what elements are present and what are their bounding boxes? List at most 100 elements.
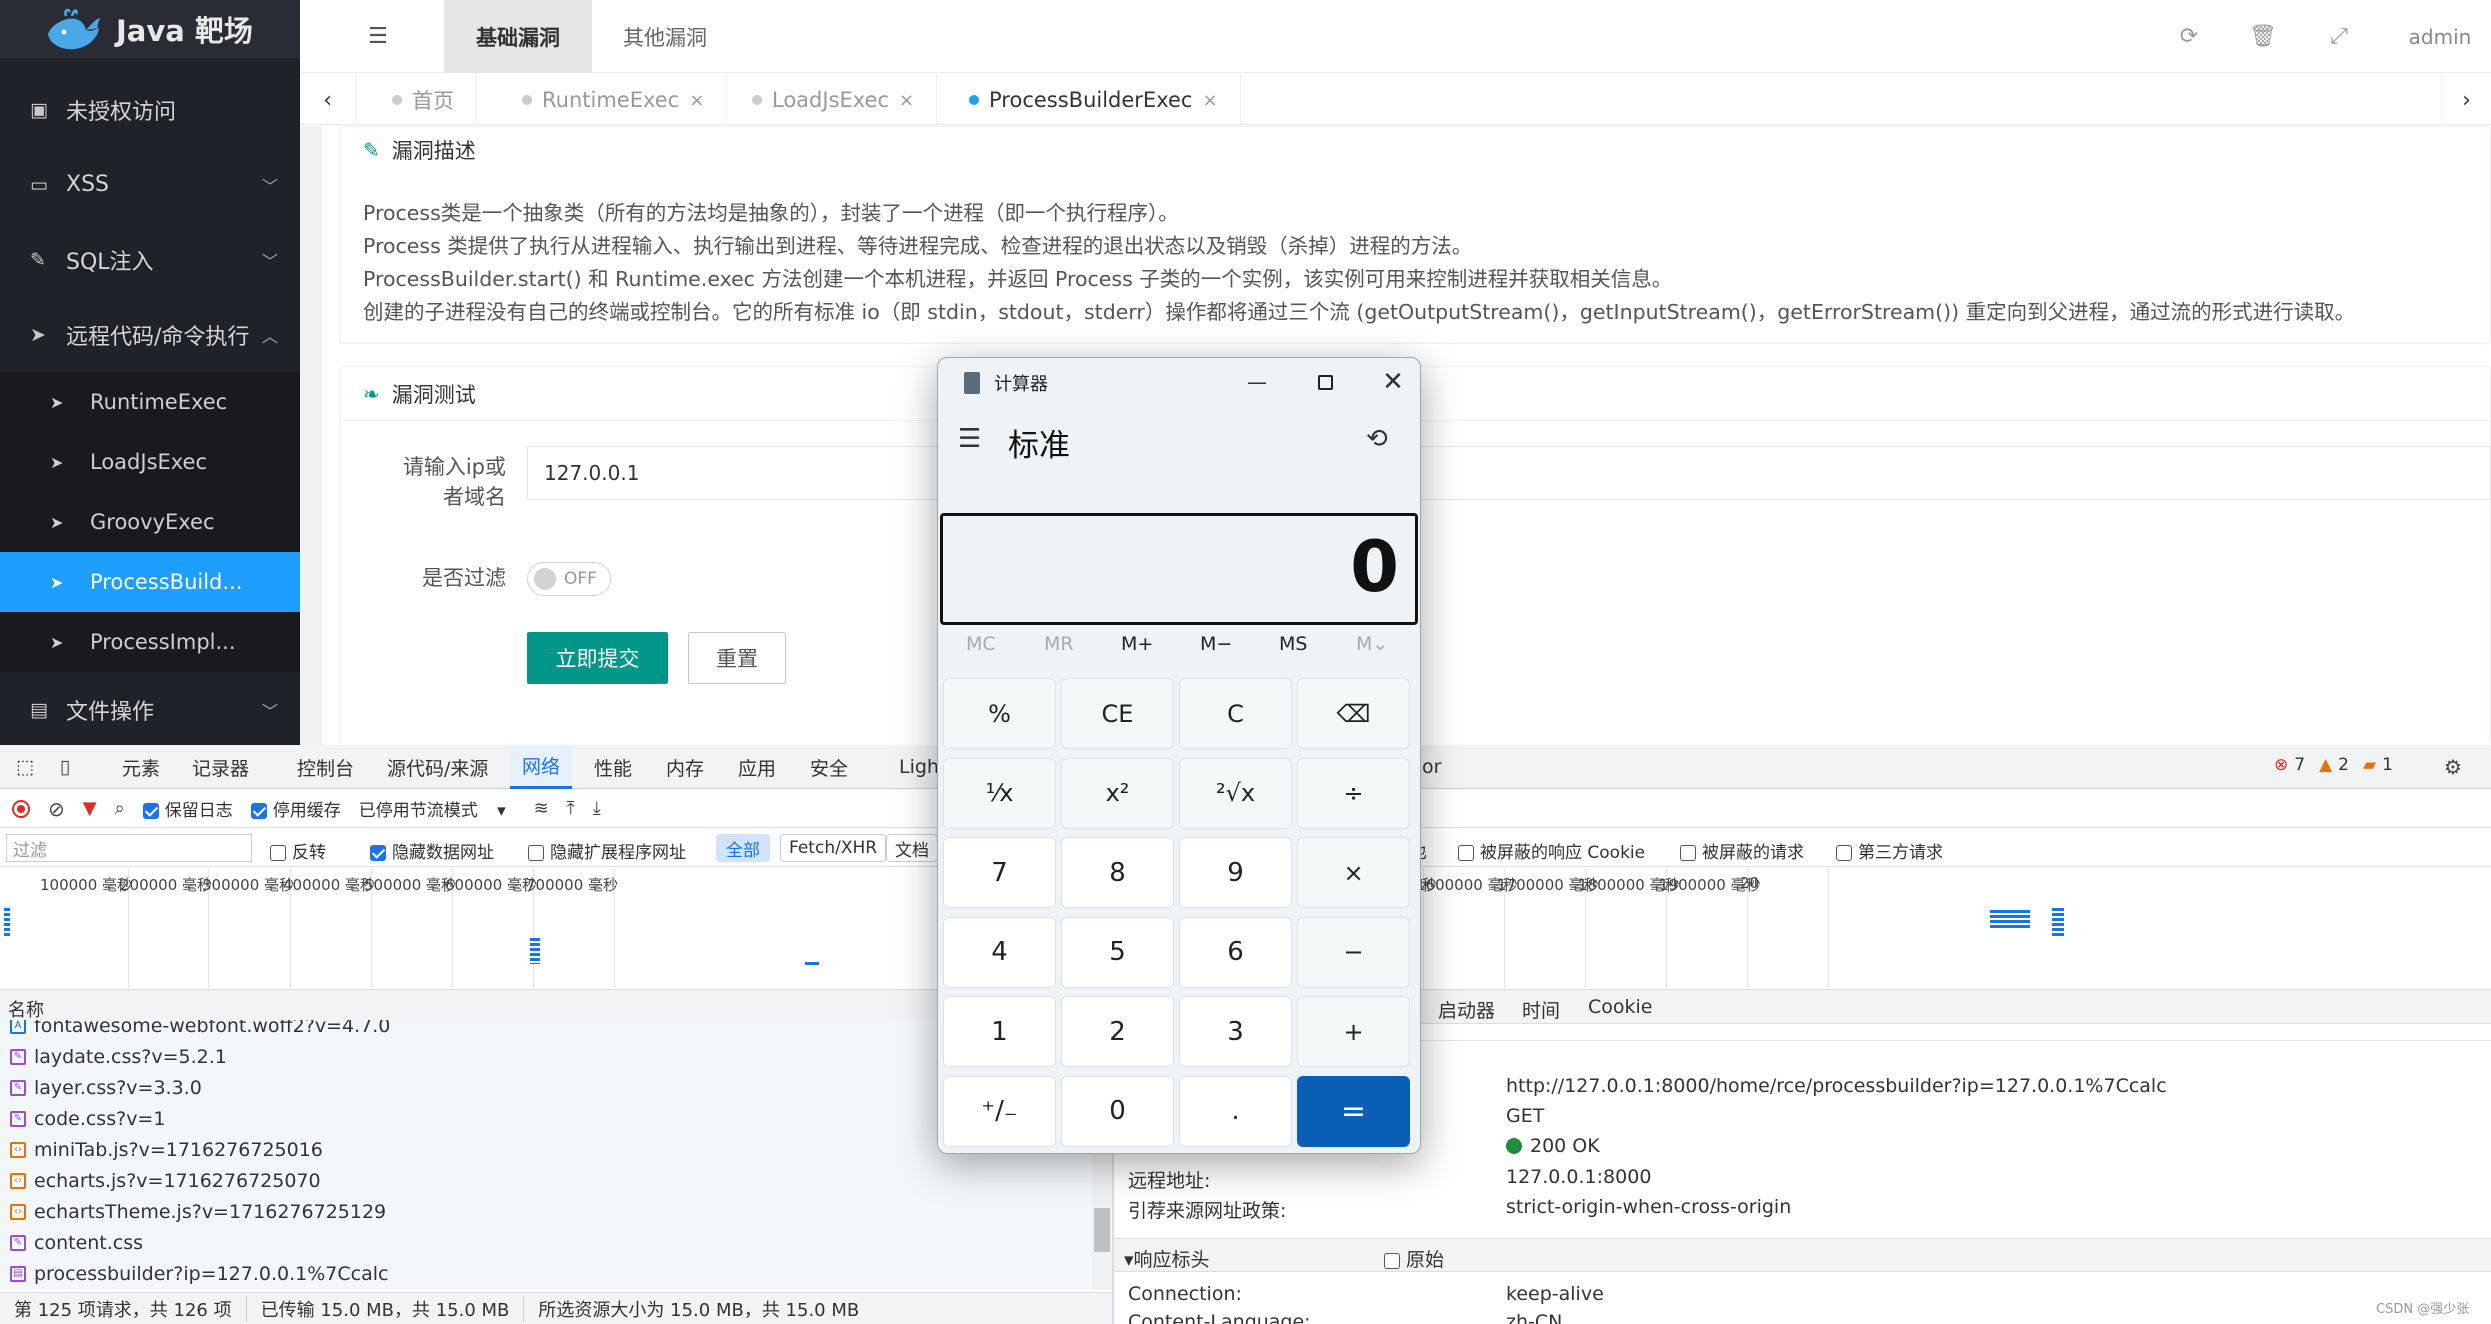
digit-9-button[interactable]: 9 [1179, 837, 1292, 908]
reset-button[interactable]: 重置 [688, 632, 786, 684]
response-headers-section[interactable] [1114, 1238, 2491, 1272]
third-party-checkbox[interactable]: 第三方请求 [1836, 838, 1943, 863]
devtools-tab-console[interactable]: 控制台 [285, 745, 366, 789]
network-conditions-icon[interactable]: ≋ [534, 798, 549, 819]
percent-button[interactable]: % [943, 678, 1056, 749]
devtools-tab-application[interactable]: 应用 [726, 745, 788, 789]
digit-0-button[interactable]: 0 [1061, 1075, 1174, 1147]
request-row[interactable]: ✎ content.css [0, 1227, 1112, 1258]
devtools-tab-network[interactable]: 网络 [510, 745, 573, 789]
tab-scroll-right-icon[interactable]: › [2441, 75, 2491, 125]
multiply-button[interactable]: × [1297, 837, 1410, 908]
sidebar-item-unauthorized[interactable]: ▣ 未授权访问 [0, 72, 300, 147]
square-root-button[interactable]: ²√x [1179, 757, 1292, 829]
export-har-icon[interactable]: ⤓ [593, 798, 601, 819]
search-icon[interactable]: ⌕ [115, 798, 125, 819]
clear-icon[interactable]: ⊘ [48, 797, 65, 821]
maximize-icon[interactable] [1302, 364, 1348, 400]
hamburger-menu-icon[interactable]: ☰ [958, 424, 981, 454]
memory-recall-button[interactable]: MR [1044, 633, 1074, 655]
clear-button[interactable]: C [1179, 678, 1292, 749]
response-headers-title[interactable]: ▾响应标头 [1124, 1245, 1210, 1272]
ip-input[interactable]: 127.0.0.1 [527, 446, 2491, 500]
memory-store-button[interactable]: MS [1279, 633, 1307, 655]
detail-tab-timing[interactable]: 时间 [1522, 996, 1560, 1023]
sidebar-subitem-groovyexec[interactable]: ➤ GroovyExec [0, 492, 300, 552]
filter-toggle[interactable]: OFF [527, 562, 611, 596]
devtools-tab-elements[interactable]: 元素 [110, 745, 172, 789]
tab-scroll-left-icon[interactable]: ‹ [300, 75, 356, 125]
hide-extension-urls-checkbox[interactable]: 隐藏扩展程序网址 [528, 838, 686, 863]
history-icon[interactable]: ⟲ [1366, 424, 1388, 454]
sidebar-item-sqli[interactable]: ✎ SQL注入 ﹀ [0, 222, 300, 297]
record-icon[interactable] [12, 799, 30, 818]
disable-cache-checkbox[interactable]: 停用缓存 [250, 796, 341, 821]
blocked-cookies-checkbox[interactable]: 被屏蔽的响应 Cookie [1458, 838, 1645, 863]
preserve-log-checkbox[interactable]: 保留日志 [142, 796, 233, 821]
subtract-button[interactable]: − [1297, 916, 1410, 988]
devtools-tab-performance[interactable]: 性能 [582, 745, 644, 789]
square-button[interactable]: x² [1061, 757, 1174, 829]
invert-checkbox[interactable]: 反转 [270, 838, 326, 863]
devtools-tab-memory[interactable]: 内存 [654, 745, 716, 789]
detail-tab-initiator[interactable]: 启动器 [1438, 996, 1495, 1023]
throttle-select[interactable]: 已停用节流模式 ▾ [359, 796, 506, 821]
logo[interactable]: Java 靶场 [0, 0, 300, 58]
device-toolbar-icon[interactable]: ▯ [50, 745, 80, 789]
close-icon[interactable]: ✕ [1370, 364, 1416, 400]
issue-counters[interactable]: ⊗ 7 ▲ 2 ▰ 1 [2274, 755, 2393, 775]
sidebar-item-file-ops[interactable]: ▤ 文件操作 ﹀ [0, 672, 300, 745]
user-menu[interactable]: admin [2400, 0, 2480, 73]
memory-add-button[interactable]: M+ [1121, 633, 1153, 655]
decimal-button[interactable]: . [1179, 1075, 1292, 1147]
sidebar-subitem-loadjsexec[interactable]: ➤ LoadJsExec [0, 432, 300, 492]
digit-7-button[interactable]: 7 [943, 837, 1056, 908]
filter-type-doc[interactable]: 文档 [886, 834, 938, 862]
digit-1-button[interactable]: 1 [943, 996, 1056, 1067]
filter-funnel-icon[interactable]: ▼ [83, 798, 97, 819]
digit-4-button[interactable]: 4 [943, 916, 1056, 988]
settings-gear-icon[interactable]: ⚙ [2438, 745, 2468, 789]
devtools-tab-recorder[interactable]: 记录器 [180, 745, 261, 789]
filter-type-fetch[interactable]: Fetch/XHR [780, 834, 887, 862]
memory-clear-button[interactable]: MC [966, 633, 996, 655]
header-tab-other[interactable]: 其他漏洞 [595, 0, 735, 73]
hide-data-urls-checkbox[interactable]: 隐藏数据网址 [370, 838, 494, 863]
digit-2-button[interactable]: 2 [1061, 996, 1174, 1067]
filter-type-all[interactable]: 全部 [716, 834, 770, 862]
close-icon[interactable]: × [689, 90, 704, 111]
page-tab-home[interactable]: 首页 [370, 75, 477, 125]
sidebar-item-xss[interactable]: ▭ XSS ﹀ [0, 147, 300, 222]
detail-tab-cookies[interactable]: Cookie [1588, 996, 1653, 1018]
sidebar-subitem-processbuilder[interactable]: ➤ ProcessBuild... [0, 552, 300, 612]
negate-button[interactable]: ⁺/₋ [943, 1075, 1056, 1147]
close-icon[interactable]: × [899, 90, 914, 111]
clear-entry-button[interactable]: CE [1061, 678, 1174, 749]
memory-subtract-button[interactable]: M− [1200, 633, 1232, 655]
network-filter-input[interactable]: 过滤 [6, 834, 252, 862]
sidebar-item-rce[interactable]: ➤ 远程代码/命令执行 ︿ [0, 297, 300, 372]
fullscreen-icon[interactable]: ⤢ [2316, 0, 2362, 73]
devtools-tab-security[interactable]: 安全 [798, 745, 860, 789]
header-tab-basic[interactable]: 基础漏洞 [444, 0, 592, 73]
import-har-icon[interactable]: ⤒ [567, 798, 575, 819]
divide-button[interactable]: ÷ [1297, 757, 1410, 829]
sidebar-subitem-runtimeexec[interactable]: ➤ RuntimeExec [0, 372, 300, 432]
devtools-tab-sources[interactable]: 源代码/来源 [375, 745, 500, 789]
digit-5-button[interactable]: 5 [1061, 916, 1174, 988]
inspect-icon[interactable]: ⬚ [10, 745, 40, 789]
sidebar-subitem-processimpl[interactable]: ➤ ProcessImpl... [0, 612, 300, 672]
minimize-icon[interactable]: — [1234, 364, 1280, 400]
request-row[interactable]: ‹› echartsTheme.js?v=1716276725129 [0, 1196, 1112, 1227]
blocked-requests-checkbox[interactable]: 被屏蔽的请求 [1680, 838, 1804, 863]
page-tab-runtimeexec[interactable]: RuntimeExec × [500, 75, 728, 125]
digit-3-button[interactable]: 3 [1179, 996, 1292, 1067]
menu-toggle-icon[interactable]: ☰ [355, 0, 401, 73]
request-row[interactable]: ▤ processbuilder?ip=127.0.0.1%7Ccalc [0, 1258, 1112, 1289]
request-row[interactable]: ‹› echarts.js?v=1716276725070 [0, 1165, 1112, 1196]
name-column-header[interactable]: 名称 [8, 996, 44, 1022]
refresh-icon[interactable]: ⟳ [2166, 0, 2212, 73]
close-icon[interactable]: × [1202, 90, 1217, 111]
digit-8-button[interactable]: 8 [1061, 837, 1174, 908]
raw-checkbox[interactable]: 原始 [1384, 1245, 1444, 1272]
